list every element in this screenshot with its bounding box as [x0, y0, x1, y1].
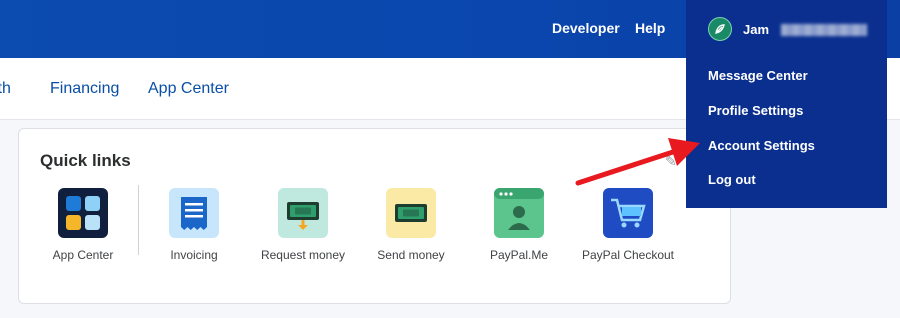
help-link[interactable]: Help — [635, 20, 665, 36]
tile-paypal-me[interactable]: PayPal.Me — [459, 188, 579, 267]
menu-item-profile-settings[interactable]: Profile Settings — [708, 103, 803, 118]
invoice-icon — [169, 188, 219, 238]
app-center-icon — [58, 188, 108, 238]
tile-label: Request money — [260, 248, 346, 262]
checkout-cart-icon — [603, 188, 653, 238]
edit-pencil-icon[interactable]: ✎ — [665, 153, 677, 170]
tile-label: PayPal Checkout — [581, 248, 675, 262]
nav-item-app-center[interactable]: App Center — [148, 80, 229, 98]
tile-app-center[interactable]: App Center — [23, 188, 143, 267]
account-dropdown-menu: Jam Message Center Profile Settings Acco… — [686, 0, 887, 208]
menu-item-account-settings[interactable]: Account Settings — [708, 138, 815, 153]
request-money-icon — [278, 188, 328, 238]
tile-invoicing[interactable]: Invoicing — [134, 188, 254, 267]
tile-send-money[interactable]: Send money — [351, 188, 471, 267]
tile-label: App Center — [52, 248, 114, 262]
developer-link[interactable]: Developer — [552, 20, 620, 36]
redacted-name-blur — [781, 24, 867, 36]
menu-item-message-center[interactable]: Message Center — [708, 68, 808, 83]
nav-item-growth[interactable]: wth — [0, 80, 11, 98]
quick-links-title: Quick links — [40, 151, 131, 170]
tile-paypal-checkout[interactable]: PayPal Checkout — [568, 188, 688, 267]
tile-label: Invoicing — [170, 248, 218, 262]
paypal-me-icon — [494, 188, 544, 238]
tile-request-money[interactable]: Request money — [243, 188, 363, 267]
avatar — [708, 17, 732, 41]
nav-item-financing[interactable]: Financing — [50, 80, 119, 98]
menu-item-log-out[interactable]: Log out — [708, 172, 756, 187]
quick-links-card: Quick links App Center Invoicing Request… — [18, 128, 731, 304]
user-name: Jam — [743, 22, 770, 37]
tile-label: Send money — [377, 248, 445, 262]
send-money-icon — [386, 188, 436, 238]
tile-label: PayPal.Me — [489, 248, 549, 262]
